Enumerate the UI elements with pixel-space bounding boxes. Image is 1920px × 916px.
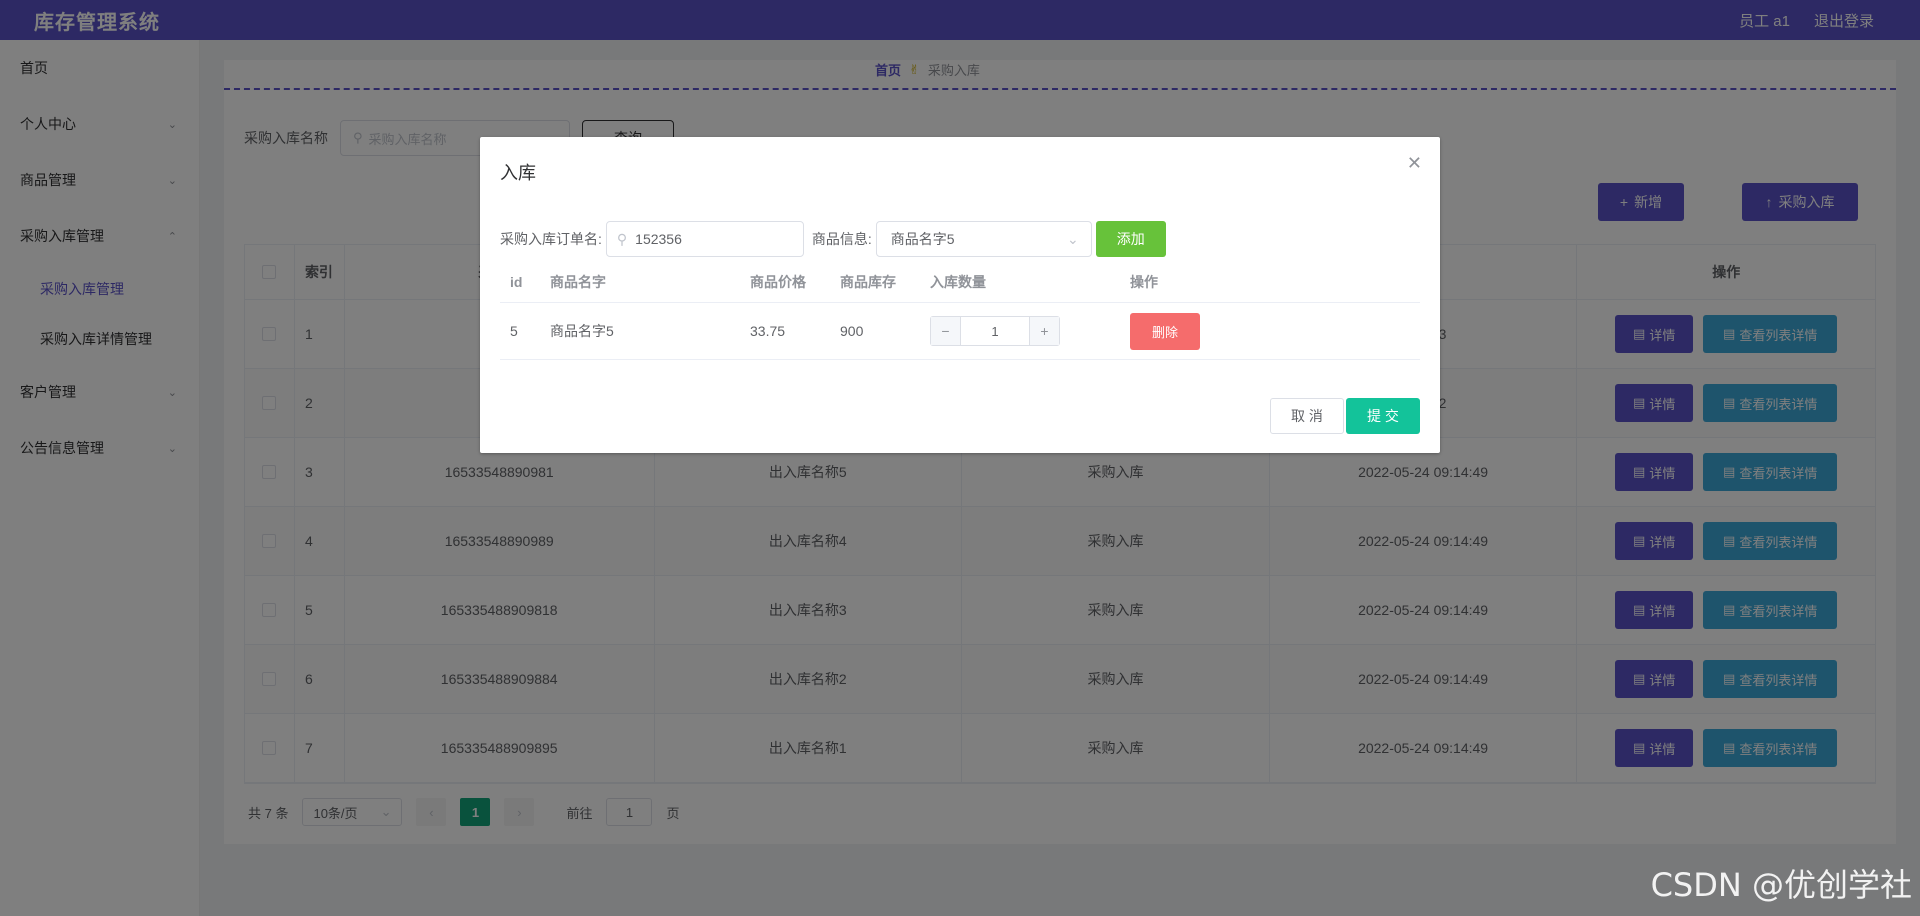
cancel-button[interactable]: 取 消 bbox=[1270, 398, 1344, 434]
search-icon: ⚲ bbox=[616, 230, 628, 247]
chevron-down-icon: ⌄ bbox=[1067, 230, 1079, 247]
close-icon[interactable]: ✕ bbox=[1407, 153, 1422, 174]
dialog-form: 采购入库订单名: ⚲ 152356 商品信息: 商品名字5 ⌄ 添加 bbox=[500, 221, 1166, 257]
dialog-footer: 取 消 提 交 bbox=[1270, 398, 1420, 434]
col-op: 操作 bbox=[1130, 273, 1158, 290]
cell-price: 33.75 bbox=[750, 323, 786, 339]
submit-button[interactable]: 提 交 bbox=[1346, 398, 1420, 434]
order-label: 采购入库订单名: bbox=[500, 231, 602, 247]
add-goods-button[interactable]: 添加 bbox=[1095, 221, 1166, 257]
dialog-table: id 商品名字 商品价格 商品库存 入库数量 操作 5 商品名字5 33.75 … bbox=[500, 261, 1420, 360]
dialog-title: 入库 bbox=[500, 163, 536, 183]
cell-name: 商品名字5 bbox=[550, 323, 614, 339]
cell-stock: 900 bbox=[840, 323, 864, 339]
cell-qty: − 1 + bbox=[930, 316, 1130, 346]
order-input[interactable]: ⚲ 152356 bbox=[605, 221, 804, 257]
decrement-button[interactable]: − bbox=[931, 317, 961, 345]
goods-value: 商品名字5 bbox=[890, 231, 955, 247]
cell-id: 5 bbox=[510, 323, 518, 339]
increment-button[interactable]: + bbox=[1029, 317, 1059, 345]
table-row: 5 商品名字5 33.75 900 − 1 + 删除 bbox=[500, 303, 1420, 360]
watermark: CSDN @优创学社 bbox=[1650, 866, 1912, 904]
col-stock: 商品库存 bbox=[840, 273, 896, 290]
goods-label: 商品信息: bbox=[811, 231, 872, 247]
col-name: 商品名字 bbox=[550, 273, 606, 290]
col-price: 商品价格 bbox=[750, 273, 806, 290]
col-id: id bbox=[510, 273, 523, 290]
order-value: 152356 bbox=[635, 231, 682, 247]
quantity-input[interactable]: 1 bbox=[961, 324, 1029, 339]
cell-op: 删除 bbox=[1130, 312, 1420, 350]
add-goods-label: 添加 bbox=[1116, 231, 1145, 247]
dialog-table-header: id 商品名字 商品价格 商品库存 入库数量 操作 bbox=[500, 261, 1420, 303]
delete-button[interactable]: 删除 bbox=[1130, 312, 1200, 350]
col-qty: 入库数量 bbox=[930, 273, 986, 290]
goods-select[interactable]: 商品名字5 ⌄ bbox=[875, 221, 1092, 257]
quantity-stepper: − 1 + bbox=[930, 316, 1060, 346]
stock-in-dialog: 入库 ✕ 采购入库订单名: ⚲ 152356 商品信息: 商品名字5 ⌄ 添加 … bbox=[480, 137, 1440, 453]
